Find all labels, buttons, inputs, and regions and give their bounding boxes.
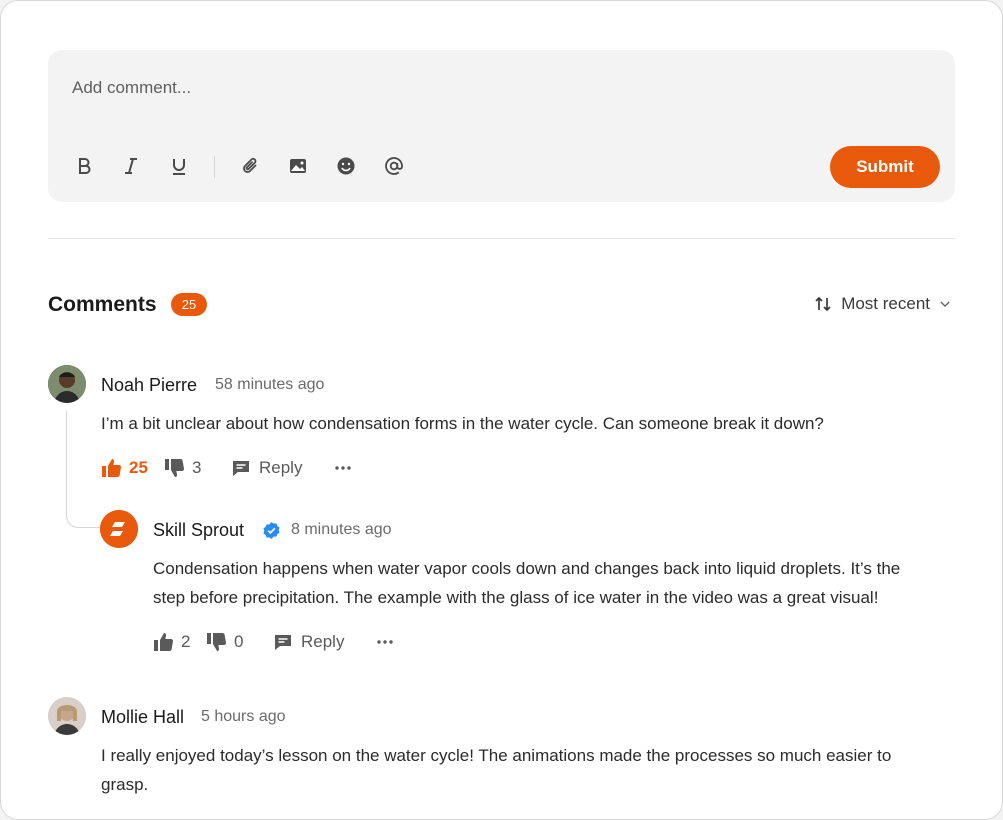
comment-body-line: Condensation happens when water vapor co… (153, 559, 901, 578)
thumbs-up-icon (102, 459, 121, 478)
sort-arrows-icon (815, 296, 831, 312)
more-horizontal-icon (335, 466, 351, 470)
avatar-mollie-hall[interactable] (48, 697, 86, 735)
underline-icon[interactable] (167, 154, 191, 178)
comment-time: 5 hours ago (201, 708, 286, 725)
comment-input[interactable] (72, 78, 772, 98)
avatar-skill-sprout[interactable] (100, 510, 138, 548)
italic-icon[interactable] (119, 154, 143, 178)
reply-label: Reply (301, 632, 345, 651)
emoji-icon[interactable] (334, 154, 358, 178)
thumbs-down-icon (207, 632, 226, 651)
sort-dropdown[interactable]: Most recent (813, 294, 952, 314)
comments-card: Submit Comments 25 Most recent Noah Pier… (0, 0, 1003, 820)
comment-author[interactable]: Mollie Hall (101, 707, 184, 728)
comment-author[interactable]: Noah Pierre (101, 375, 197, 396)
like-button[interactable]: 25 (101, 458, 148, 478)
comment-count-badge: 25 (171, 293, 207, 316)
comment-author[interactable]: Skill Sprout (153, 520, 244, 541)
dislike-button[interactable]: 3 (164, 458, 201, 478)
submit-button[interactable]: Submit (830, 146, 940, 188)
more-horizontal-icon (377, 640, 393, 644)
bold-icon[interactable] (72, 154, 96, 178)
like-button[interactable]: 2 (153, 632, 190, 652)
comment-body-line: grasp. (101, 775, 149, 794)
dislike-count: 3 (192, 458, 202, 477)
attachment-icon[interactable] (239, 154, 263, 178)
comment-icon (233, 461, 249, 476)
reply-button[interactable]: Reply (231, 458, 302, 478)
like-count: 25 (129, 458, 148, 477)
more-options-button[interactable] (375, 632, 395, 652)
comments-title: Comments (48, 293, 157, 316)
dislike-button[interactable]: 0 (206, 632, 243, 652)
thumbs-up-icon (154, 633, 173, 652)
sort-label: Most recent (841, 294, 930, 313)
comment-body-line: I really enjoyed today’s lesson on the w… (101, 746, 892, 765)
comment-time: 58 minutes ago (215, 376, 325, 393)
thumbs-down-icon (165, 458, 184, 477)
mention-icon[interactable] (382, 154, 406, 178)
comment-body-line: step before precipitation. The example w… (153, 588, 879, 607)
more-options-button[interactable] (333, 458, 353, 478)
reply-button[interactable]: Reply (273, 632, 344, 652)
verified-badge-icon (263, 521, 280, 540)
comment-time: 8 minutes ago (291, 521, 392, 538)
image-icon[interactable] (286, 154, 310, 178)
dislike-count: 0 (234, 632, 244, 651)
comment-body: I’m a bit unclear about how condensation… (101, 414, 824, 433)
divider (48, 238, 955, 239)
toolbar-separator (214, 156, 215, 178)
comment-composer: Submit (48, 50, 955, 202)
thread-connector (66, 411, 100, 528)
like-count: 2 (181, 632, 191, 651)
chevron-down-icon (940, 301, 950, 308)
comment-icon (275, 635, 291, 650)
avatar-noah-pierre[interactable] (48, 365, 86, 403)
reply-label: Reply (259, 458, 303, 477)
